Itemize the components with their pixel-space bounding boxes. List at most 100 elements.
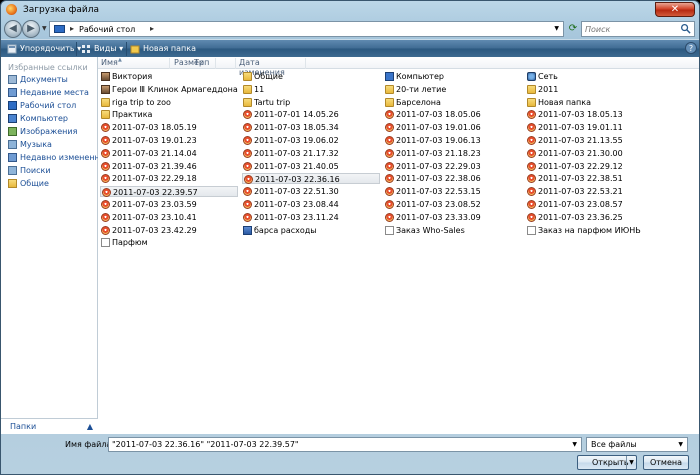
file-item[interactable]: 2011-07-03 22.39.57 — [100, 186, 238, 198]
search-box[interactable] — [581, 21, 695, 37]
sidebar-item-public[interactable]: Общие — [8, 179, 49, 191]
sidebar-item-searches[interactable]: Поиски — [8, 166, 51, 178]
file-item[interactable]: 2011-07-03 21.40.05 — [242, 161, 380, 172]
file-item[interactable]: 2011-07-03 22.29.12 — [526, 161, 664, 172]
file-item[interactable]: 20-ти летие — [384, 84, 522, 95]
file-item[interactable]: 2011-07-03 22.29.03 — [384, 161, 522, 172]
file-item[interactable]: Заказ на парфюм ИЮНЬ — [526, 225, 664, 236]
column-name[interactable]: ▲ Имя — [98, 57, 170, 69]
file-name: 2011 — [538, 84, 559, 94]
new-folder-button[interactable]: Новая папка — [130, 42, 196, 56]
file-item[interactable]: 2011 — [526, 84, 664, 95]
file-item[interactable]: Tartu trip — [242, 97, 380, 108]
file-name: Новая папка — [538, 97, 591, 107]
file-item[interactable]: Сеть — [526, 71, 664, 82]
address-bar[interactable]: ▸ Рабочий стол ▸ ▼ — [49, 21, 564, 37]
file-item[interactable]: 2011-07-03 22.38.06 — [384, 173, 522, 184]
filename-dropdown-chevron-icon[interactable]: ▼ — [572, 441, 577, 448]
filename-input[interactable] — [112, 439, 552, 450]
file-item[interactable]: барса расходы — [242, 225, 380, 236]
file-item[interactable]: Общие — [242, 71, 380, 82]
file-item[interactable]: 2011-07-03 23.08.52 — [384, 199, 522, 210]
file-item[interactable]: 2011-07-03 21.30.00 — [526, 148, 664, 159]
search-icon[interactable] — [680, 23, 691, 34]
chevron-up-icon[interactable]: ▲ — [87, 422, 93, 431]
close-button[interactable]: ✕ — [655, 2, 695, 17]
breadcrumb-separator-icon[interactable]: ▸ — [70, 24, 74, 33]
column-date-modified[interactable]: Дата изменения — [236, 58, 306, 77]
file-item[interactable]: 2011-07-01 14.05.26 — [242, 109, 380, 120]
recent-pages-chevron-icon[interactable]: ▼ — [42, 25, 47, 32]
views-button[interactable]: Виды ▾ — [81, 42, 123, 56]
sidebar-item-computer[interactable]: Компьютер — [8, 114, 68, 126]
image-icon — [243, 212, 252, 222]
file-item[interactable]: 2011-07-03 18.05.19 — [100, 122, 238, 133]
file-item[interactable]: 2011-07-03 23.11.24 — [242, 212, 380, 223]
file-item[interactable]: 2011-07-03 21.13.55 — [526, 135, 664, 146]
open-button[interactable]: Открыть ▼ — [577, 455, 637, 470]
sidebar-item-recently-changed[interactable]: Недавно измененн... — [8, 153, 107, 165]
column-type[interactable]: Тип — [191, 58, 236, 69]
file-item[interactable]: 11 — [242, 84, 380, 95]
file-item[interactable]: 2011-07-03 23.42.29 — [100, 225, 238, 236]
file-name: 2011-07-03 21.30.00 — [538, 148, 623, 158]
file-item[interactable]: 2011-07-03 18.05.34 — [242, 122, 380, 133]
file-item[interactable]: Барселона — [384, 97, 522, 108]
file-item[interactable]: Виктория — [100, 71, 238, 82]
file-item[interactable]: 2011-07-03 22.51.30 — [242, 186, 380, 197]
file-item[interactable]: Герои Ⅲ Клинок Армагеддона — [100, 84, 238, 95]
filename-combobox[interactable]: ▼ — [108, 437, 582, 452]
sidebar-item-pictures[interactable]: Изображения — [8, 127, 77, 139]
desktop-icon — [8, 101, 17, 110]
open-split-chevron-icon[interactable]: ▼ — [626, 456, 636, 469]
file-item[interactable]: 2011-07-03 22.29.18 — [100, 173, 238, 184]
file-item[interactable]: riga trip to zoo — [100, 97, 238, 108]
address-dropdown-chevron-icon[interactable]: ▼ — [554, 25, 559, 32]
folders-toggle[interactable]: Папки ▲ — [1, 418, 98, 434]
breadcrumb-location[interactable]: Рабочий стол — [79, 25, 135, 34]
file-item[interactable]: 2011-07-03 22.53.15 — [384, 186, 522, 197]
cancel-button[interactable]: Отмена — [643, 455, 689, 470]
file-item[interactable]: 2011-07-03 19.01.23 — [100, 135, 238, 146]
file-item[interactable]: 2011-07-03 18.05.06 — [384, 109, 522, 120]
file-item[interactable]: 2011-07-03 19.06.02 — [242, 135, 380, 146]
image-icon — [102, 188, 111, 198]
file-item[interactable]: 2011-07-03 23.08.57 — [526, 199, 664, 210]
refresh-icon[interactable]: ⟳ — [566, 22, 580, 36]
breadcrumb-chevron-icon[interactable]: ▸ — [150, 24, 154, 33]
file-item[interactable]: 2011-07-03 21.18.23 — [384, 148, 522, 159]
file-name: Компьютер — [396, 72, 444, 81]
file-item[interactable]: 2011-07-03 22.38.51 — [526, 173, 664, 184]
file-item[interactable]: Практика — [100, 109, 238, 120]
file-item[interactable]: 2011-07-03 18.05.13 — [526, 109, 664, 120]
image-icon — [385, 212, 394, 222]
file-item[interactable]: Новая папка — [526, 97, 664, 108]
sidebar-item-documents[interactable]: Документы — [8, 75, 68, 87]
file-item[interactable]: 2011-07-03 23.08.44 — [242, 199, 380, 210]
sidebar-item-desktop[interactable]: Рабочий стол — [8, 101, 76, 113]
file-type-select[interactable]: Все файлы ▼ — [586, 437, 688, 452]
organize-button[interactable]: Упорядочить ▾ — [7, 42, 81, 56]
file-item[interactable]: 2011-07-03 19.01.06 — [384, 122, 522, 133]
file-item[interactable]: 2011-07-03 22.53.21 — [526, 186, 664, 197]
help-icon[interactable]: ? — [685, 42, 697, 54]
file-item[interactable]: 2011-07-03 23.33.09 — [384, 212, 522, 223]
forward-button[interactable]: ▶ — [22, 20, 40, 38]
file-item[interactable]: 2011-07-03 23.10.41 — [100, 212, 238, 223]
file-item[interactable]: 2011-07-03 21.14.04 — [100, 148, 238, 159]
file-item[interactable]: Компьютер — [384, 71, 522, 82]
file-item[interactable]: 2011-07-03 21.39.46 — [100, 161, 238, 172]
sidebar-item-music[interactable]: Музыка — [8, 140, 52, 152]
file-item[interactable]: 2011-07-03 22.36.16 — [242, 173, 380, 185]
back-button[interactable]: ◀ — [4, 20, 22, 38]
sidebar-item-recent-places[interactable]: Недавние места — [8, 88, 89, 100]
file-item[interactable]: Парфюм — [100, 237, 238, 248]
file-item[interactable]: 2011-07-03 23.36.25 — [526, 212, 664, 223]
file-item[interactable]: 2011-07-03 19.06.13 — [384, 135, 522, 146]
search-input[interactable] — [585, 23, 677, 35]
file-type-chevron-icon[interactable]: ▼ — [678, 441, 683, 448]
file-item[interactable]: 2011-07-03 19.01.11 — [526, 122, 664, 133]
file-item[interactable]: Заказ Who-Sales — [384, 225, 522, 236]
file-item[interactable]: 2011-07-03 21.17.32 — [242, 148, 380, 159]
file-item[interactable]: 2011-07-03 23.03.59 — [100, 199, 238, 210]
